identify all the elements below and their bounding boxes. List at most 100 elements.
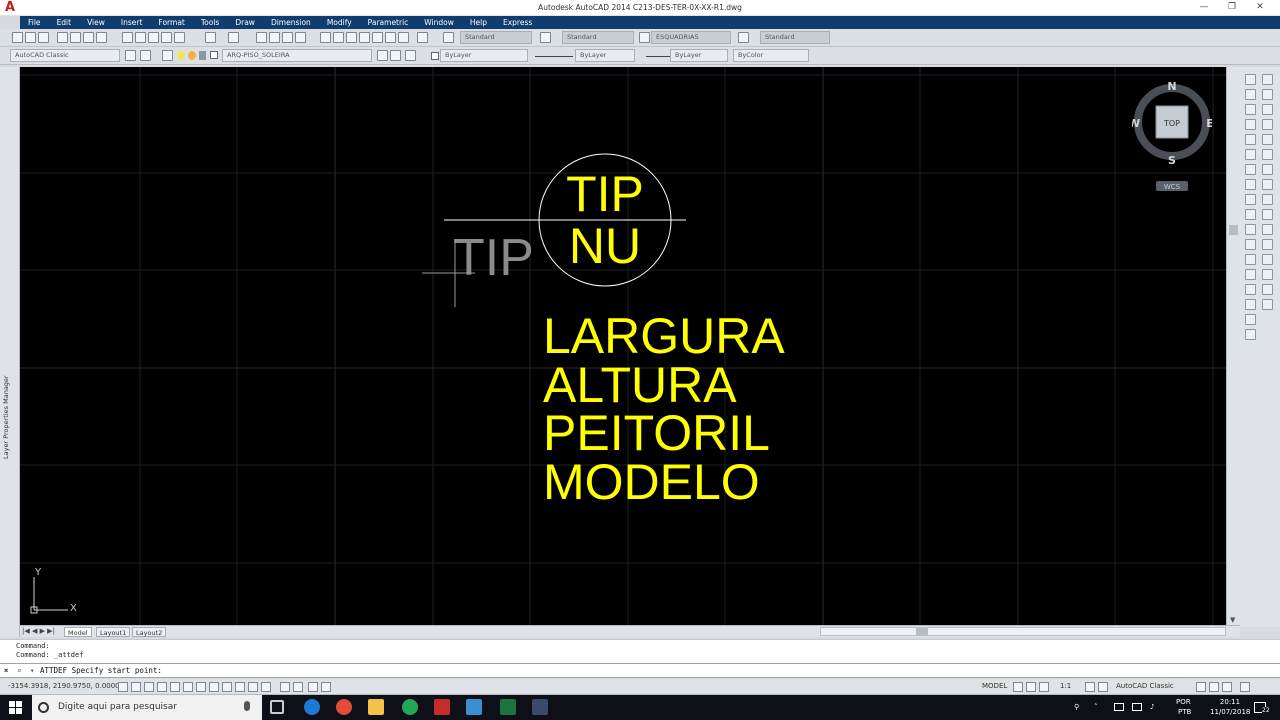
command-prompt[interactable]: ATTDEF Specify start point: — [40, 664, 162, 677]
layer-properties-icon[interactable] — [162, 50, 173, 61]
polyline-tool-icon[interactable] — [1245, 104, 1256, 115]
xline-tool-icon[interactable] — [1245, 89, 1256, 100]
quickcalc-icon[interactable] — [385, 32, 396, 43]
volume-icon[interactable]: ♪ — [1150, 703, 1154, 711]
horizontal-scrollbar[interactable] — [820, 627, 1226, 636]
attribute-peitoril[interactable]: PEITORIL — [543, 405, 770, 461]
menu-window[interactable]: Window — [416, 16, 462, 29]
polar-tracking-icon[interactable] — [170, 682, 180, 692]
quick-view-layouts-icon[interactable] — [321, 682, 331, 692]
ellipse-tool-icon[interactable] — [1245, 209, 1256, 220]
menu-insert[interactable]: Insert — [113, 16, 151, 29]
menu-tools[interactable]: Tools — [193, 16, 227, 29]
object-snap-tracking-icon[interactable] — [209, 682, 219, 692]
quick-properties-icon[interactable] — [280, 682, 290, 692]
network-icon[interactable] — [1132, 703, 1142, 711]
tool-palettes-icon[interactable] — [346, 32, 357, 43]
gradient-tool-icon[interactable] — [1245, 284, 1256, 295]
multileader-style-dropdown[interactable]: Standard — [760, 31, 830, 44]
revcloud-tool-icon[interactable] — [1245, 179, 1256, 190]
explode-tool-icon[interactable] — [1262, 299, 1273, 310]
autocad-taskbar-icon[interactable] — [434, 699, 450, 715]
chamfer-tool-icon[interactable] — [1262, 269, 1273, 280]
workspace-dropdown[interactable]: AutoCAD Classic — [10, 49, 120, 62]
make-block-icon[interactable] — [1245, 239, 1256, 250]
table-tool-icon[interactable] — [1245, 314, 1256, 325]
people-icon[interactable]: ⚲ — [1074, 703, 1079, 711]
help-icon[interactable] — [417, 32, 428, 43]
plotstyle-dropdown[interactable]: ByColor — [733, 49, 809, 62]
rectangle-tool-icon[interactable] — [1245, 134, 1256, 145]
text-style-dropdown[interactable]: Standard — [460, 31, 532, 44]
command-line[interactable]: ✖ ⌕ ▾ ATTDEF Specify start point: — [0, 663, 1280, 678]
array-tool-icon[interactable] — [1262, 134, 1273, 145]
markup-icon[interactable] — [372, 32, 383, 43]
tag-bottom-text[interactable]: NU — [569, 218, 641, 274]
tab-layout1[interactable]: Layout1 — [96, 627, 131, 637]
task-view-icon[interactable] — [270, 700, 284, 714]
vscroll-thumb[interactable] — [1229, 225, 1238, 235]
menu-modify[interactable]: Modify — [319, 16, 360, 29]
drawing-area[interactable]: TIP NU TIP LARGURA ALTURA PEITORIL MODEL… — [20, 67, 1226, 625]
lineweight-icon[interactable] — [248, 682, 258, 692]
scale-tool-icon[interactable] — [1262, 179, 1273, 190]
offset-tool-icon[interactable] — [1262, 119, 1273, 130]
move-tool-icon[interactable] — [1262, 149, 1273, 160]
camtasia-icon[interactable] — [402, 699, 418, 715]
3d-print-icon[interactable] — [96, 32, 107, 43]
annotation-visibility-icon[interactable] — [1085, 682, 1095, 692]
block-editor-icon[interactable] — [174, 32, 185, 43]
cut-icon[interactable] — [122, 32, 133, 43]
selection-cycling-icon[interactable] — [293, 682, 303, 692]
microphone-icon[interactable] — [244, 701, 250, 711]
clock-date[interactable]: 11/07/2018 — [1210, 708, 1250, 716]
tag-top-text[interactable]: TIP — [566, 166, 644, 222]
polygon-tool-icon[interactable] — [1245, 119, 1256, 130]
undo-icon[interactable] — [205, 32, 216, 43]
gear-icon[interactable] — [140, 50, 151, 61]
wrench-icon[interactable]: ✖ — [4, 664, 9, 677]
zoom-previous-icon[interactable] — [295, 32, 306, 43]
compass-south[interactable]: S — [1168, 154, 1176, 167]
vertical-scrollbar[interactable]: ▼ — [1226, 67, 1240, 625]
attribute-modelo[interactable]: MODELO — [543, 454, 760, 510]
redo-icon[interactable] — [228, 32, 239, 43]
quick-view-drawings-icon[interactable] — [1026, 682, 1036, 692]
chrome-browser-icon[interactable] — [336, 699, 352, 715]
qnew-icon[interactable] — [12, 32, 23, 43]
isolate-objects-icon[interactable] — [1222, 682, 1232, 692]
linetype-dropdown[interactable]: ByLayer — [575, 49, 635, 62]
menu-help[interactable]: Help — [462, 16, 495, 29]
properties-icon[interactable] — [320, 32, 331, 43]
layer-dropdown[interactable]: ARQ-PISO_SOLEIRA — [222, 49, 372, 62]
compass-east[interactable]: E — [1206, 117, 1214, 130]
fillet-tool-icon[interactable] — [1262, 284, 1273, 295]
hatch-tool-icon[interactable] — [1245, 269, 1256, 280]
menu-express[interactable]: Express — [495, 16, 540, 29]
chevron-down-icon[interactable]: ▾ — [30, 664, 35, 677]
trim-tool-icon[interactable] — [1262, 209, 1273, 220]
save-icon[interactable] — [38, 32, 49, 43]
line-tool-icon[interactable] — [1245, 74, 1256, 85]
mirror-tool-icon[interactable] — [1262, 104, 1273, 115]
menu-draw[interactable]: Draw — [227, 16, 263, 29]
tray-chevron-icon[interactable]: ˄ — [1094, 703, 1098, 711]
viewcube[interactable]: TOP N S E W WCS — [1128, 80, 1214, 191]
powershell-icon[interactable] — [532, 699, 548, 715]
coordinates-readout[interactable]: -3154.3918, 2190.9750, 0.0000 — [8, 682, 120, 690]
stretch-tool-icon[interactable] — [1262, 194, 1273, 205]
menu-file[interactable]: File — [20, 16, 49, 29]
minimize-button[interactable]: — — [1190, 0, 1218, 15]
restore-button[interactable]: ❐ — [1218, 0, 1246, 15]
file-explorer-icon[interactable] — [368, 699, 384, 715]
table-style-dropdown[interactable]: ESQUADRIAS — [651, 31, 731, 44]
dynamic-ucs-icon[interactable] — [222, 682, 232, 692]
3d-osnap-icon[interactable] — [196, 682, 206, 692]
pan-status-icon[interactable] — [1039, 682, 1049, 692]
annotation-scale[interactable]: 1:1 — [1060, 682, 1071, 690]
lineweight-dropdown[interactable]: ByLayer — [670, 49, 728, 62]
keyboard-layout[interactable]: PTB — [1178, 708, 1191, 716]
compass-west[interactable]: W — [1128, 117, 1140, 130]
point-tool-icon[interactable] — [1245, 254, 1256, 265]
battery-icon[interactable] — [1114, 703, 1124, 711]
